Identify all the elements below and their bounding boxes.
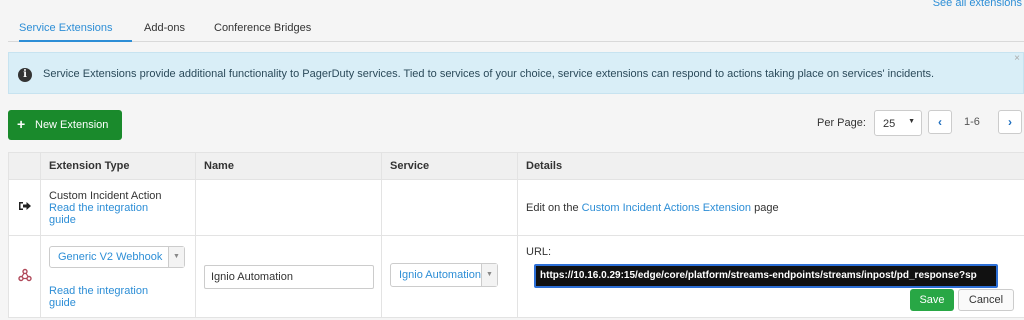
column-header-details: Details [517,152,1024,180]
details-suffix: page [751,201,779,214]
details-prefix: Edit on the [526,201,582,214]
prev-page-button[interactable]: ‹ [928,110,952,134]
url-label: URL: [526,246,552,258]
caret-down-icon: ▼ [481,264,497,286]
per-page-value: 25 [883,118,896,130]
service-cell: Ignio Automation ▼ [381,235,518,318]
sign-out-icon [18,202,31,210]
info-icon: i [18,68,32,82]
integration-guide-link[interactable]: Read the integration guide [49,285,169,309]
tab-add-ons[interactable]: Add-ons [144,22,185,42]
alert-message: Service Extensions provide additional fu… [43,68,935,80]
caret-down-icon: ▼ [908,118,915,125]
webhook-icon [17,268,32,282]
column-header-extension-type: Extension Type [40,152,196,180]
per-page-label: Per Page: [817,117,866,129]
info-alert: i Service Extensions provide additional … [8,52,1024,94]
chevron-right-icon: › [1008,115,1012,129]
extension-type-cell: Generic V2 Webhook ▼ Read the integratio… [40,235,196,318]
tab-bar: Service Extensions Add-ons Conference Br… [8,22,1024,42]
plus-icon: + [17,116,26,132]
close-icon[interactable]: × [1014,53,1020,64]
url-input[interactable]: https://10.16.0.29:15/edge/core/platform… [534,264,998,288]
extension-type-cell: Custom Incident Action Read the integrat… [40,179,196,236]
see-all-extensions-link[interactable]: See all extensions [933,0,1022,9]
per-page-select[interactable]: 25 ▼ [874,110,922,136]
icon-column-header [8,152,41,180]
extension-name-input[interactable] [204,264,374,289]
details-cell: Edit on the Custom Incident Actions Exte… [517,179,1024,236]
table-header-row: Extension Type Name Service Details [8,152,1024,180]
integration-guide-link[interactable]: Read the integration guide [49,202,169,226]
next-page-button[interactable]: › [998,110,1022,134]
cancel-button[interactable]: Cancel [958,289,1014,311]
extensions-table: Extension Type Name Service Details Cust… [8,152,1024,318]
name-cell [195,235,382,318]
name-cell [195,179,382,236]
chevron-left-icon: ‹ [938,115,942,129]
extension-type-value: Generic V2 Webhook [58,251,163,263]
caret-down-icon: ▼ [168,247,184,267]
service-select-value: Ignio Automation [399,269,481,281]
column-header-service: Service [381,152,518,180]
save-button[interactable]: Save [910,289,954,311]
tab-label: Conference Bridges [214,22,312,34]
row-icon-cell [8,179,41,236]
new-extension-label: New Extension [35,119,109,131]
service-cell [381,179,518,236]
extension-type-title: Custom Incident Action [49,189,162,202]
service-select[interactable]: Ignio Automation ▼ [390,263,498,287]
tab-conference-bridges[interactable]: Conference Bridges [214,22,311,42]
table-row: Custom Incident Action Read the integrat… [8,179,1024,236]
tab-service-extensions[interactable]: Service Extensions [19,22,132,42]
column-header-name: Name [195,152,382,180]
row-icon-cell [8,235,41,318]
tab-label: Service Extensions [19,22,113,34]
custom-incident-actions-link[interactable]: Custom Incident Actions Extension [582,202,751,214]
new-extension-button[interactable]: + New Extension [8,110,122,140]
page-range: 1-6 [964,116,980,128]
tab-label: Add-ons [144,22,185,34]
extension-type-select[interactable]: Generic V2 Webhook ▼ [49,246,185,268]
